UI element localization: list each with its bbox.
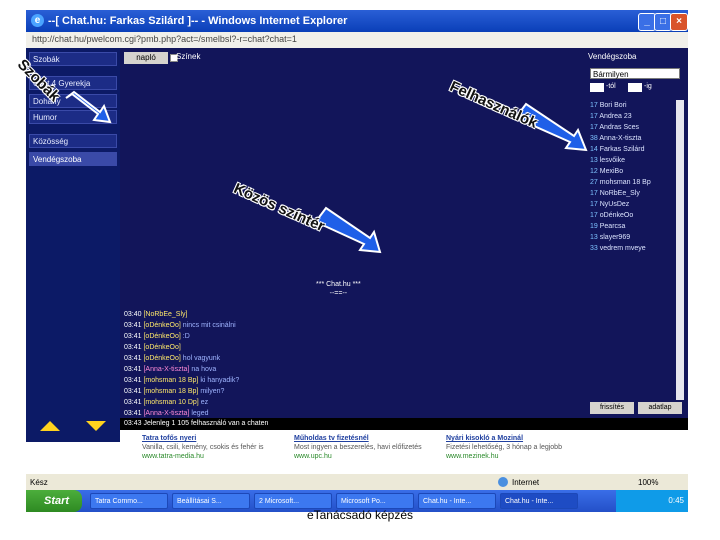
rooms-arrow [65,90,112,124]
slide-footer: eTanácsadó képzés [306,508,414,522]
common-arrow [314,206,382,254]
annotation-arrows [65,90,588,254]
